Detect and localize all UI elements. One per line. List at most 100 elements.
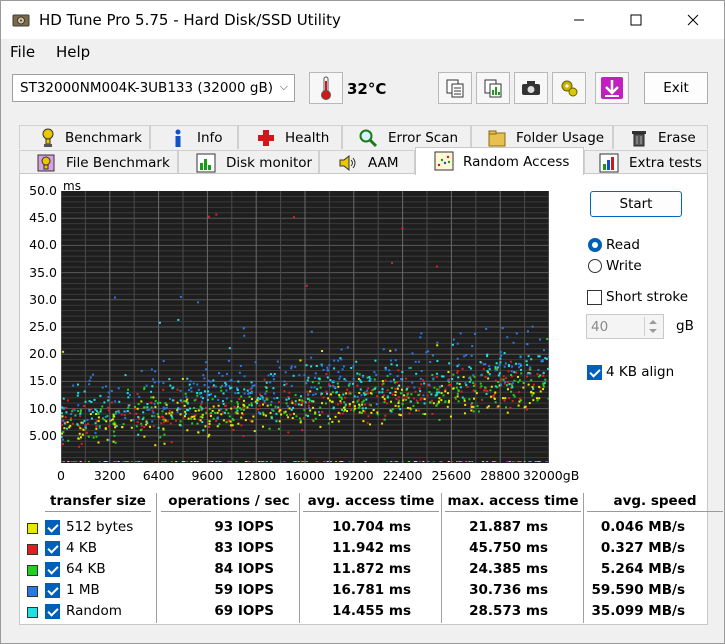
copy-results-button[interactable] [476, 72, 510, 104]
chart-point [390, 363, 393, 366]
chart-point [228, 415, 231, 418]
tab-benchmark[interactable]: Benchmark [19, 125, 150, 149]
thermometer-icon [321, 76, 331, 100]
read-label[interactable]: Read [606, 237, 640, 253]
chart-point [498, 364, 501, 367]
chart-point [109, 418, 112, 421]
avg-speed-value: 59.590 MB/s [591, 582, 686, 598]
chart-point [79, 409, 82, 412]
series-checkbox[interactable] [45, 583, 60, 598]
col-divider [299, 493, 300, 623]
chart-point [170, 461, 173, 462]
menu-help[interactable]: Help [56, 43, 90, 61]
series-checkbox[interactable] [45, 604, 60, 619]
tab-file-benchmark[interactable]: File Benchmark [19, 150, 178, 174]
chart-point [538, 355, 541, 358]
header-transfer-size: transfer size [45, 493, 151, 512]
chart-point [188, 383, 191, 386]
chart-point [164, 419, 167, 422]
chart-point [80, 442, 83, 445]
chart-point [397, 396, 400, 399]
chart-point [383, 397, 386, 400]
chart-point [62, 350, 65, 353]
chart-point [363, 393, 366, 396]
align-4kb-checkbox[interactable] [587, 365, 602, 380]
series-checkbox[interactable] [45, 541, 60, 556]
menu-file[interactable]: File [10, 43, 35, 61]
start-button[interactable]: Start [590, 191, 682, 217]
short-stroke-size-input[interactable]: 40 [586, 314, 664, 339]
chart-point [529, 366, 532, 369]
options-button[interactable] [552, 72, 586, 104]
chart-point [277, 427, 280, 430]
tab-health[interactable]: Health [238, 125, 342, 149]
chart-point [431, 412, 434, 415]
chart-point [232, 429, 235, 432]
chart-point [341, 412, 344, 415]
series-checkbox[interactable] [45, 520, 60, 535]
chart-point [105, 420, 108, 423]
chart-point [171, 411, 174, 414]
tab-folder-usage[interactable]: Folder Usage [471, 125, 613, 149]
short-stroke-checkbox[interactable] [587, 290, 602, 305]
toolbar: ST32000NM004K-3UB133 (32000 gB) ⌵ 32°C E… [1, 66, 724, 116]
chart-point [500, 354, 503, 357]
chart-point [205, 412, 208, 415]
speaker-icon [339, 154, 356, 172]
chart-point [169, 422, 172, 425]
tab-random-access[interactable]: Random Access [415, 147, 584, 175]
chart-point [149, 425, 152, 428]
chart-point [398, 413, 401, 416]
chart-point [505, 406, 508, 409]
series-checkbox[interactable] [45, 562, 60, 577]
chart-point [389, 380, 392, 383]
save-button[interactable] [595, 72, 629, 104]
chart-point [112, 418, 115, 421]
chart-point [294, 400, 297, 403]
chart-point [318, 411, 321, 414]
align-4kb-label[interactable]: 4 KB align [606, 364, 674, 380]
short-stroke-label[interactable]: Short stroke [606, 289, 688, 305]
exit-button[interactable]: Exit [644, 72, 708, 104]
chart-point [518, 461, 521, 462]
y-tick-label: 25.0 [29, 319, 57, 334]
file-benchmark-icon [37, 154, 55, 172]
avg-speed-value: 35.099 MB/s [591, 603, 686, 619]
chart-point [170, 415, 173, 418]
chart-point [360, 380, 363, 383]
tab-aam[interactable]: AAM [319, 150, 415, 174]
chart-point [214, 385, 217, 388]
temperature-button[interactable] [309, 72, 343, 104]
minimize-button[interactable] [556, 1, 602, 39]
tab-disk-monitor[interactable]: Disk monitor [178, 150, 319, 174]
chart-point [530, 358, 533, 361]
close-button[interactable] [670, 1, 716, 39]
chart-point [236, 405, 239, 408]
chart-point [130, 461, 133, 462]
spinner-buttons[interactable] [644, 317, 661, 336]
tab-info[interactable]: Info [150, 125, 238, 149]
read-radio[interactable] [588, 238, 602, 252]
tab-error-scan[interactable]: Error Scan [342, 125, 471, 149]
tab-erase[interactable]: Erase [613, 125, 708, 149]
maximize-button[interactable] [613, 1, 659, 39]
chart-point [209, 461, 212, 462]
screenshot-button[interactable] [514, 72, 548, 104]
chart-point [136, 407, 139, 410]
chart-point [413, 386, 416, 389]
y-tick-label: 5.00 [29, 427, 57, 443]
y-tick-label: 30.0 [29, 291, 57, 307]
chart-point [256, 402, 259, 405]
drive-select[interactable]: ST32000NM004K-3UB133 (32000 gB) ⌵ [12, 74, 295, 102]
copy-info-button[interactable] [438, 72, 472, 104]
write-radio[interactable] [588, 259, 602, 273]
series-size-label: 512 bytes [66, 519, 134, 535]
chart-point [137, 461, 140, 462]
chart-point [207, 435, 210, 438]
chart-point [237, 380, 240, 383]
tab-extra-tests[interactable]: Extra tests [584, 150, 708, 174]
write-label[interactable]: Write [606, 258, 642, 274]
chart-point [183, 404, 186, 407]
chart-point [79, 415, 82, 418]
chart-point [141, 418, 144, 421]
